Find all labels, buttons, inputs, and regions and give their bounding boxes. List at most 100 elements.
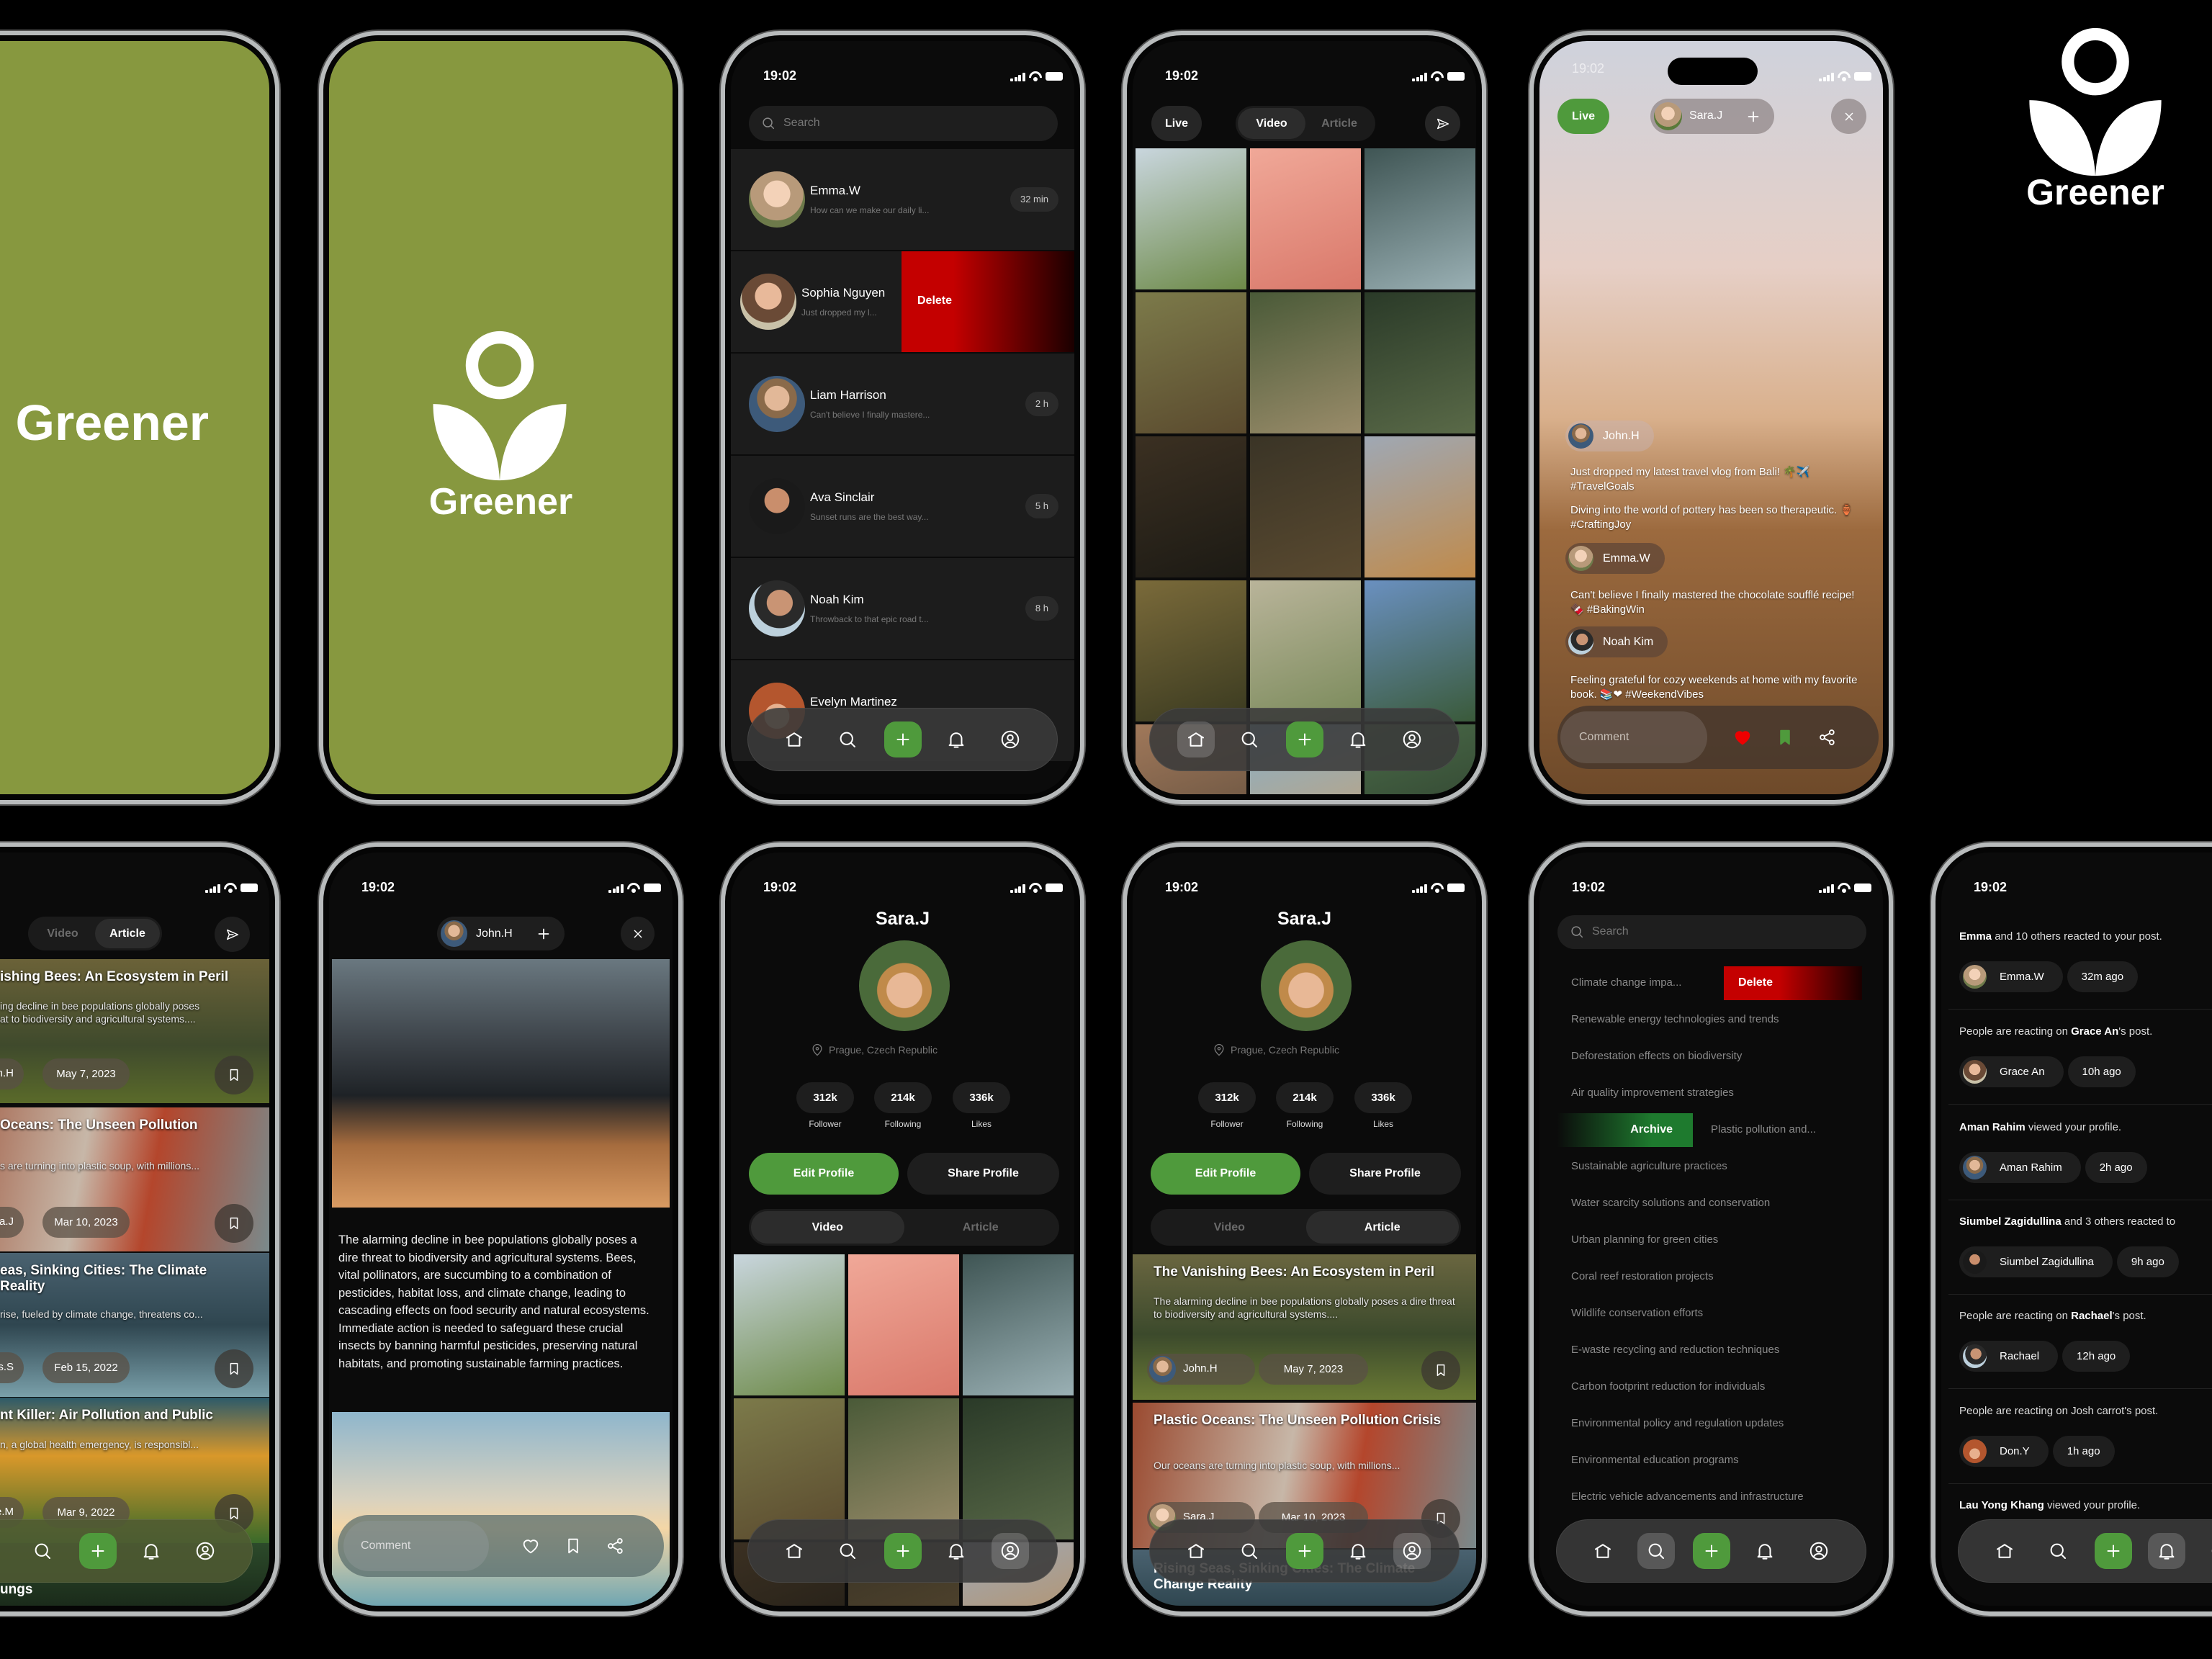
article-card[interactable]: ishing Bees: An Ecosystem in Peril ing de… [0,959,269,1103]
commenter-pill[interactable]: John.H [1565,421,1654,451]
user-pill[interactable]: Rachael [1959,1341,2059,1372]
delete-action[interactable]: Delete [1724,966,1862,1000]
video-thumbnail[interactable] [1364,292,1475,433]
heart-icon[interactable] [521,1536,541,1556]
tab-article[interactable]: Article [95,919,160,948]
share-icon[interactable] [1817,727,1838,747]
notification-actor[interactable]: Lau Yong Khang [1959,1499,2044,1511]
tab-video[interactable]: Video [1238,108,1305,139]
video-thumbnail[interactable] [848,1254,959,1395]
search-history-item[interactable]: Environmental education programs [1571,1454,1739,1466]
bell-nav-button[interactable] [1339,721,1377,757]
search-history-item[interactable]: Renewable energy technologies and trends [1571,1013,1779,1025]
search-nav-button[interactable] [1231,1533,1268,1569]
message-row[interactable]: Noah Kim Throwback to that epic road t...… [731,558,1074,659]
comment-input[interactable]: Comment [343,1521,489,1571]
search-history-item[interactable]: Urban planning for green cities [1571,1233,1718,1246]
search-nav-button[interactable] [1231,721,1268,757]
bell-nav-button[interactable] [938,1533,975,1569]
plus-nav-button[interactable] [884,721,922,757]
plus-nav-button[interactable] [884,1533,922,1569]
home-nav-button[interactable] [775,1533,813,1569]
video-thumbnail[interactable] [1364,580,1475,721]
bookmark-button[interactable] [215,1056,253,1094]
share-profile-button[interactable]: Share Profile [907,1153,1059,1195]
plus-icon[interactable] [1744,107,1763,126]
user-nav-button[interactable] [1393,1533,1431,1569]
bookmark-icon[interactable] [563,1536,583,1556]
bookmark-button[interactable] [215,1349,253,1388]
tab-video[interactable]: Video [1153,1211,1306,1244]
tab-article[interactable]: Article [904,1211,1058,1244]
bookmark-button[interactable] [1421,1351,1460,1390]
author-pill[interactable]: ra.J [0,1207,24,1238]
article-card[interactable]: The Vanishing Bees: An Ecosystem in Peri… [1133,1254,1476,1400]
search-history-item[interactable]: Plastic pollution and... [1711,1123,1816,1136]
search-nav-button[interactable] [1637,1533,1675,1569]
live-badge[interactable]: Live [1557,99,1609,134]
message-row[interactable]: Emma.W How can we make our daily li... 32 … [731,149,1074,250]
user-nav-button[interactable] [2202,1533,2212,1569]
plus-nav-button[interactable] [1286,1533,1323,1569]
bell-nav-button[interactable] [132,1533,170,1569]
commenter-pill[interactable]: Noah Kim [1565,626,1668,657]
search-nav-button[interactable] [829,721,866,757]
message-row[interactable]: Ava Sinclair Sunset runs are the best way… [731,456,1074,557]
delete-action[interactable]: Delete [902,251,1074,352]
search-nav-button[interactable] [24,1533,61,1569]
search-history-item[interactable]: Coral reef restoration projects [1571,1270,1714,1282]
user-pill[interactable]: Aman Rahim [1959,1152,2081,1183]
bell-nav-button[interactable] [2148,1533,2185,1569]
user-nav-button[interactable] [992,1533,1029,1569]
video-thumbnail[interactable] [1136,580,1246,721]
video-thumbnail[interactable] [734,1398,845,1539]
search-history-item[interactable]: Electric vehicle advancements and infras… [1571,1491,1804,1503]
tab-article[interactable]: Article [1305,108,1373,139]
home-nav-button[interactable] [1177,1533,1215,1569]
video-thumbnail[interactable] [1364,436,1475,577]
bookmark-button[interactable] [215,1204,253,1243]
user-pill[interactable]: Grace An [1959,1056,2064,1087]
home-nav-button[interactable] [1986,1533,2023,1569]
notification-actor[interactable]: Grace An [2071,1025,2118,1038]
plus-icon[interactable] [534,925,553,943]
home-nav-button[interactable] [0,1533,8,1569]
video-thumbnail[interactable] [1364,148,1475,289]
notification-actor[interactable]: Aman Rahim [1959,1121,2026,1133]
plus-nav-button[interactable] [2095,1533,2132,1569]
home-nav-button[interactable] [1177,721,1215,757]
video-thumbnail[interactable] [963,1254,1074,1395]
message-row[interactable]: Sophia Nguyen Just dropped my l... Delete [731,251,1074,352]
video-thumbnail[interactable] [963,1398,1074,1539]
article-card[interactable]: Oceans: The Unseen Pollution s are turnin… [0,1107,269,1251]
search-input[interactable]: Search [1557,915,1866,949]
search-history-item[interactable]: Water scarcity solutions and conservatio… [1571,1197,1770,1209]
user-pill[interactable]: Don.Y [1959,1436,2049,1467]
author-pill[interactable]: hn.H [0,1058,24,1089]
author-pill[interactable]: mes.S [0,1352,24,1383]
close-button[interactable] [621,917,655,950]
article-card[interactable]: eas, Sinking Cities: The Climate Reality… [0,1253,269,1397]
edit-profile-button[interactable]: Edit Profile [749,1153,899,1195]
search-history-item[interactable]: Wildlife conservation efforts [1571,1307,1703,1319]
author-pill[interactable]: John.H [1147,1354,1255,1385]
user-pill[interactable]: Siumbel Zagidullina [1959,1246,2113,1277]
bookmark-icon[interactable] [1775,727,1795,747]
video-thumbnail[interactable] [1250,292,1361,433]
heart-icon[interactable] [1732,727,1753,747]
notification-actor[interactable]: Emma [1959,930,1992,943]
send-button[interactable] [215,917,250,952]
home-nav-button[interactable] [1584,1533,1622,1569]
bell-nav-button[interactable] [1746,1533,1784,1569]
search-history-item[interactable]: E-waste recycling and reduction techniqu… [1571,1344,1779,1356]
commenter-pill[interactable]: Emma.W [1565,543,1665,574]
home-nav-button[interactable] [775,721,813,757]
video-thumbnail[interactable] [734,1254,845,1395]
bell-nav-button[interactable] [1339,1533,1377,1569]
send-button[interactable] [1425,106,1460,141]
search-history-item[interactable]: Carbon footprint reduction for individua… [1571,1380,1765,1393]
user-nav-button[interactable] [1800,1533,1838,1569]
user-nav-button[interactable] [186,1533,224,1569]
search-history-item[interactable]: Deforestation effects on biodiversity [1571,1050,1742,1062]
video-thumbnail[interactable] [848,1398,959,1539]
